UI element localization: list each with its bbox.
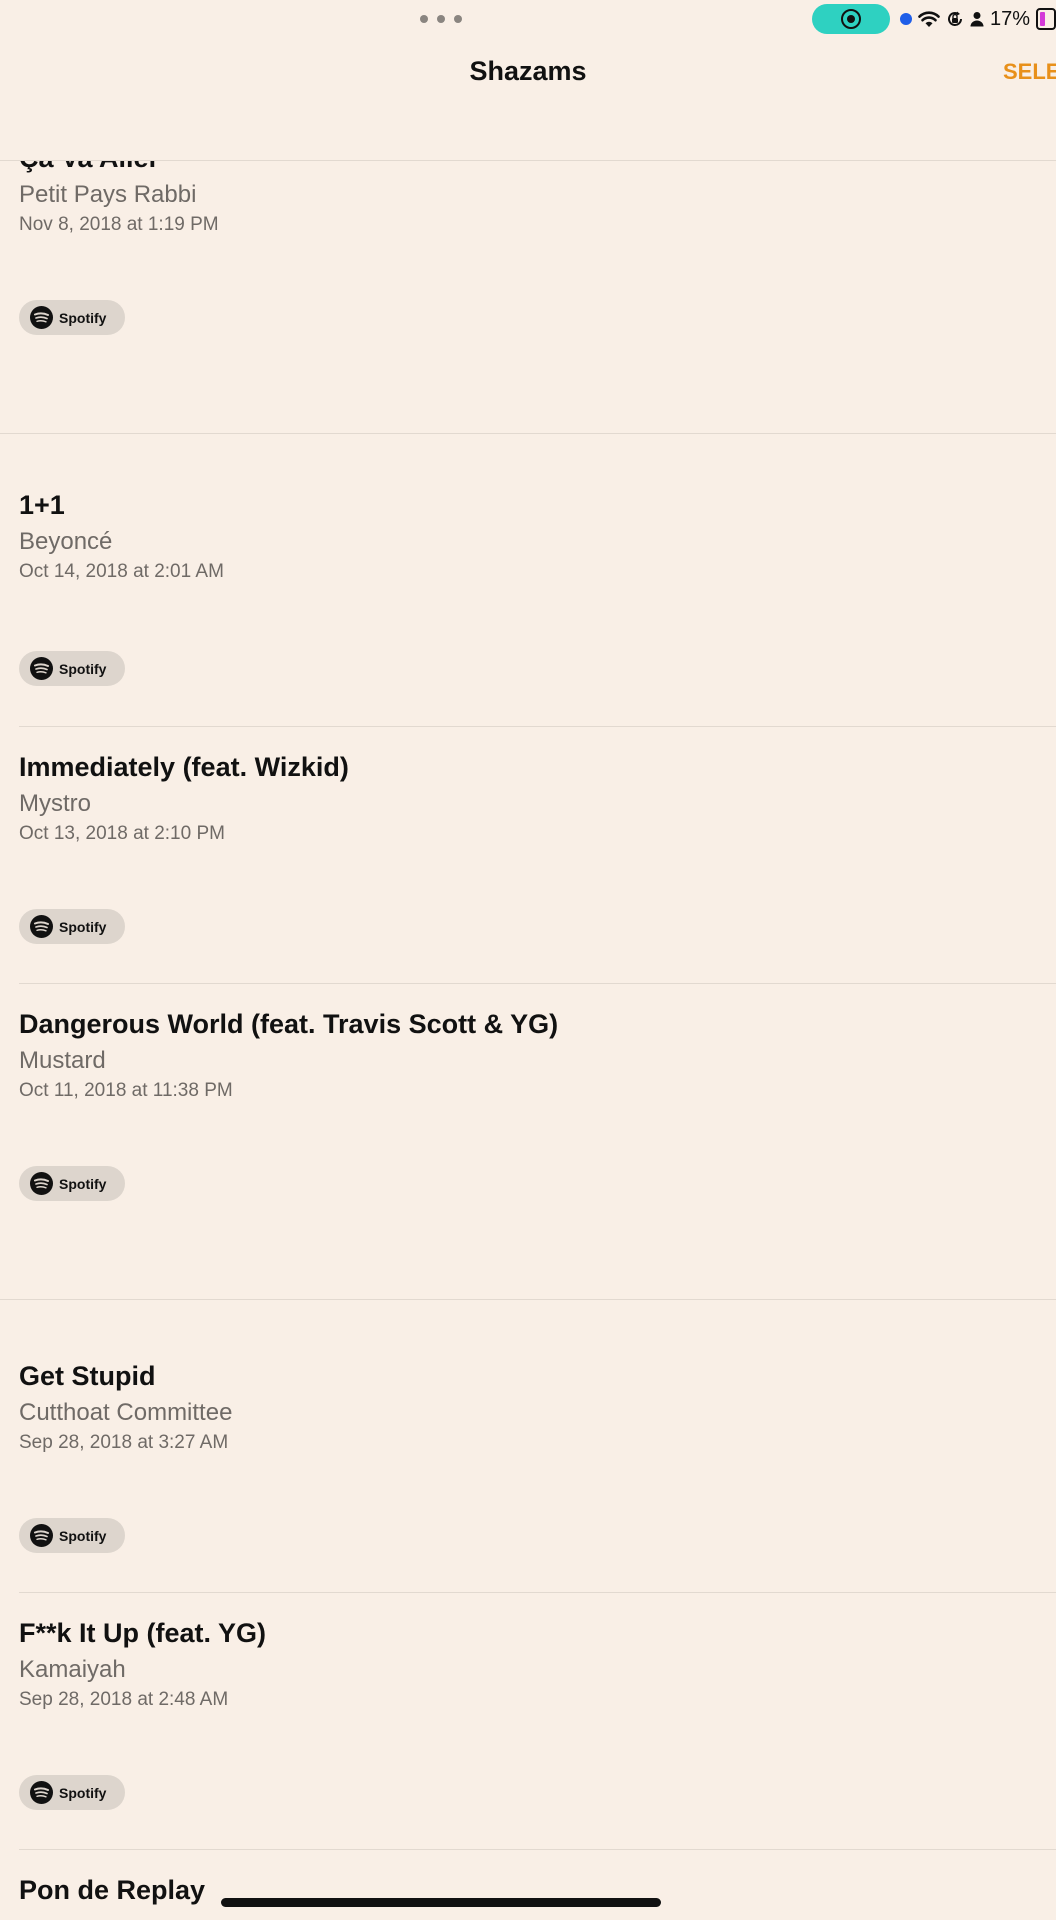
list-item[interactable]: Ça Va Aller Petit Pays Rabbi Nov 8, 2018… xyxy=(0,143,1056,403)
song-date: Nov 8, 2018 at 1:19 PM xyxy=(19,214,219,235)
spotify-label: Spotify xyxy=(59,1784,107,1801)
row-divider xyxy=(19,1592,1056,1593)
list-item[interactable]: Immediately (feat. Wizkid) Mystro Oct 13… xyxy=(0,752,1056,982)
row-divider xyxy=(19,983,1056,984)
song-date: Sep 28, 2018 at 2:48 AM xyxy=(19,1689,229,1710)
spotify-icon xyxy=(30,1524,53,1547)
song-title: 1+1 xyxy=(19,490,65,520)
song-date: Oct 11, 2018 at 11:38 PM xyxy=(19,1080,233,1101)
spotify-label: Spotify xyxy=(59,309,107,326)
song-artist: Cutthoat Committee xyxy=(19,1399,233,1426)
spotify-icon xyxy=(30,915,53,938)
song-date: Oct 13, 2018 at 2:10 PM xyxy=(19,823,225,844)
spotify-button[interactable]: Spotify xyxy=(19,1166,125,1201)
spotify-icon xyxy=(30,306,53,329)
song-title: Immediately (feat. Wizkid) xyxy=(19,752,349,782)
section-divider xyxy=(0,1299,1056,1300)
song-date: Sep 28, 2018 at 3:27 AM xyxy=(19,1432,229,1453)
spotify-button[interactable]: Spotify xyxy=(19,300,125,335)
spotify-label: Spotify xyxy=(59,918,107,935)
spotify-label: Spotify xyxy=(59,1175,107,1192)
list-item[interactable]: F**k It Up (feat. YG) Kamaiyah Sep 28, 2… xyxy=(0,1618,1056,1848)
song-artist: Petit Pays Rabbi xyxy=(19,181,197,208)
row-divider xyxy=(19,1849,1056,1850)
navigation-header: Shazams SELE xyxy=(0,38,1056,161)
section-divider xyxy=(0,433,1056,434)
song-title: Pon de Replay xyxy=(19,1875,206,1905)
song-artist: Mustard xyxy=(19,1047,106,1074)
select-button[interactable]: SELE xyxy=(1003,59,1056,85)
spotify-icon xyxy=(30,1172,53,1195)
home-indicator[interactable] xyxy=(221,1898,661,1907)
list-item[interactable]: Get Stupid Cutthoat Committee Sep 28, 20… xyxy=(0,1361,1056,1591)
song-title: Dangerous World (feat. Travis Scott & YG… xyxy=(19,1009,559,1039)
page-title: Shazams xyxy=(469,56,587,86)
list-item[interactable]: Dangerous World (feat. Travis Scott & YG… xyxy=(0,1009,1056,1279)
spotify-label: Spotify xyxy=(59,660,107,677)
row-divider xyxy=(19,726,1056,727)
spotify-button[interactable]: Spotify xyxy=(19,651,125,686)
list-item[interactable]: 1+1 Beyoncé Oct 14, 2018 at 2:01 AM Spot… xyxy=(0,490,1056,720)
song-artist: Beyoncé xyxy=(19,528,113,555)
spotify-icon xyxy=(30,1781,53,1804)
song-title: Get Stupid xyxy=(19,1361,156,1391)
spotify-icon xyxy=(30,657,53,680)
song-artist: Kamaiyah xyxy=(19,1656,126,1683)
song-title: F**k It Up (feat. YG) xyxy=(19,1618,267,1648)
spotify-button[interactable]: Spotify xyxy=(19,909,125,944)
song-artist: Mystro xyxy=(19,790,91,817)
spotify-label: Spotify xyxy=(59,1527,107,1544)
spotify-button[interactable]: Spotify xyxy=(19,1775,125,1810)
shazam-list[interactable]: Ça Va Aller Petit Pays Rabbi Nov 8, 2018… xyxy=(0,0,1056,1920)
spotify-button[interactable]: Spotify xyxy=(19,1518,125,1553)
song-date: Oct 14, 2018 at 2:01 AM xyxy=(19,561,224,582)
